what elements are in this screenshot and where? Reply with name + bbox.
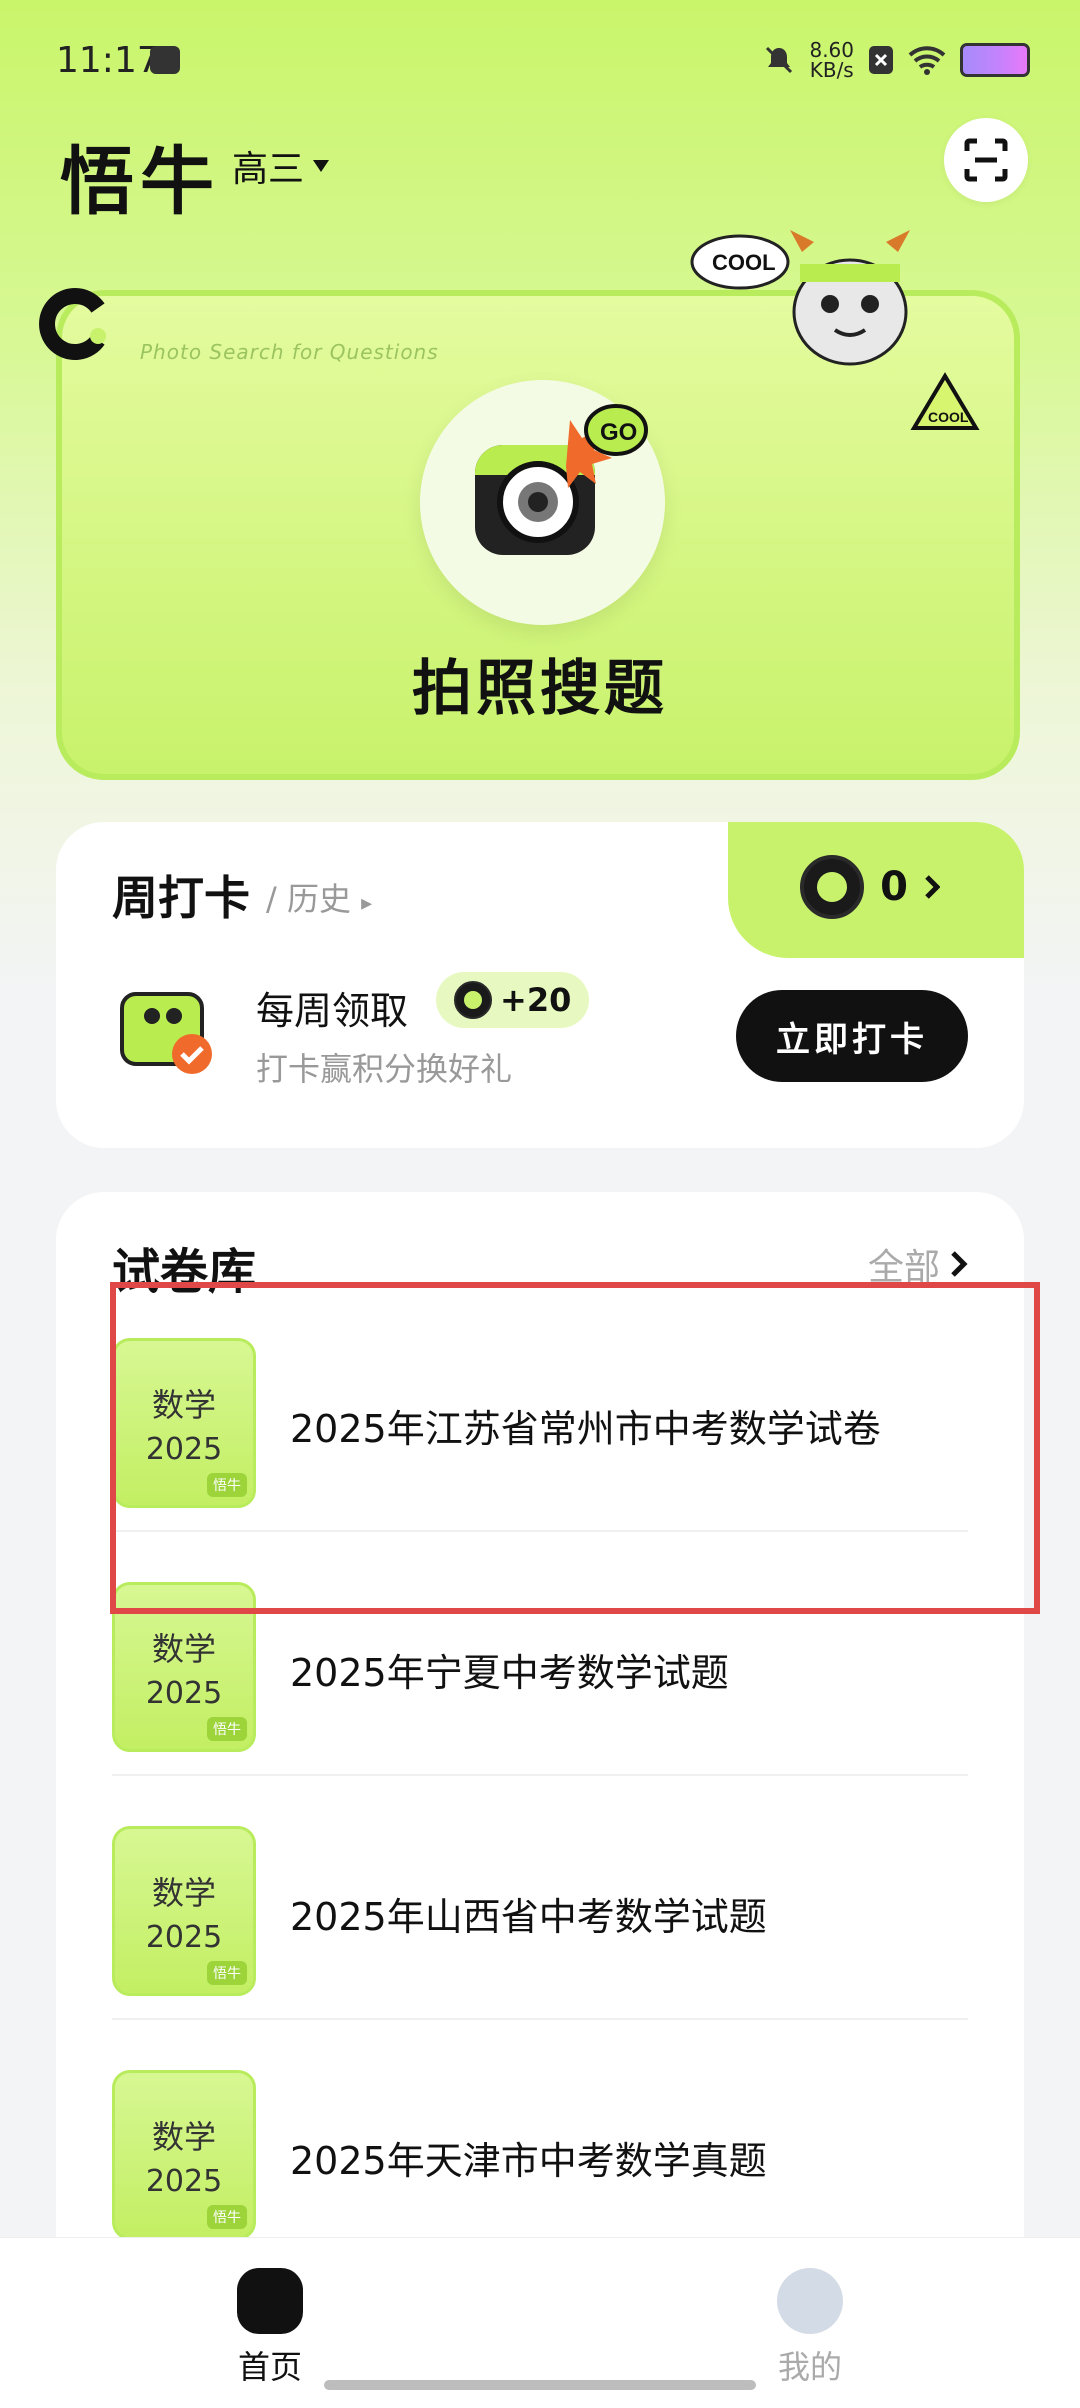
history-label: / 历史	[266, 880, 351, 918]
cow-mascot-icon: COOL	[690, 230, 910, 366]
status-icons: 8.60 KB/s	[763, 40, 1030, 80]
caret-down-icon	[313, 160, 330, 172]
coin-small-icon	[454, 981, 492, 1019]
math-paper-icon: 数学 2025 悟牛	[112, 1338, 256, 1508]
paper-list-item[interactable]: 数学 2025 悟牛 2025年江苏省常州市中考数学试卷	[112, 1288, 968, 1532]
svg-text:COOL: COOL	[928, 409, 969, 425]
home-indicator	[324, 2380, 756, 2390]
sim-off-icon	[869, 46, 893, 74]
paper-brand-mark: 悟牛	[207, 1717, 247, 1741]
coin-tab[interactable]: 0	[728, 822, 1024, 958]
paper-title: 2025年天津市中考数学真题	[290, 2139, 767, 2183]
paper-list-item[interactable]: 数学 2025 悟牛 2025年宁夏中考数学试题	[112, 1532, 968, 1776]
nav-home[interactable]: 首页	[190, 2268, 350, 2388]
scan-button[interactable]	[944, 118, 1028, 202]
paper-year: 2025	[145, 1675, 223, 1711]
wifi-icon	[908, 46, 946, 75]
reward-badge: +20	[436, 972, 590, 1028]
photo-search-title: 拍照搜题	[412, 654, 668, 724]
status-time: 11:17	[56, 40, 160, 81]
checkin-button[interactable]: 立即打卡	[736, 990, 968, 1082]
paper-brand-mark: 悟牛	[207, 1961, 247, 1985]
paper-year: 2025	[145, 1919, 223, 1955]
weekly-checkin-title: 周打卡	[112, 871, 250, 925]
home-icon	[237, 2268, 303, 2334]
grade-selector[interactable]: 高三	[232, 140, 330, 192]
cool-badge-icon: COOL	[910, 372, 980, 430]
paper-subject: 数学	[151, 1873, 216, 1912]
math-paper-icon: 数学 2025 悟牛	[112, 1826, 256, 1996]
status-bar: 11:17 8.60 KB/s	[0, 0, 1080, 120]
paper-list-item[interactable]: 数学 2025 悟牛 2025年山西省中考数学试题	[112, 1776, 968, 2020]
profile-icon	[777, 2268, 843, 2334]
paper-library-card: 试卷库 全部 数学 2025 悟牛 2025年江苏省常州市中考数学试卷 数学 2…	[56, 1192, 1024, 2408]
weekly-reward-text: 每周领取	[256, 989, 409, 1033]
speed-unit: KB/s	[809, 58, 854, 82]
photo-search-subtitle: Photo Search for Questions	[140, 340, 439, 364]
coin-icon	[800, 855, 865, 919]
battery-icon	[960, 43, 1030, 77]
camera-icon: GO	[475, 404, 648, 555]
paper-brand-mark: 悟牛	[207, 1473, 247, 1497]
math-paper-icon: 数学 2025 悟牛	[112, 2070, 256, 2240]
nav-home-label: 首页	[237, 2348, 302, 2386]
paper-subject: 数学	[151, 2117, 216, 2156]
network-speed: 8.60 KB/s	[809, 40, 854, 80]
chevron-right-icon	[925, 875, 940, 899]
camera-illustration[interactable]: GO	[420, 380, 665, 625]
speed-value: 8.60	[809, 38, 854, 62]
paper-list-item[interactable]: 数学 2025 悟牛 2025年天津市中考数学真题	[112, 2020, 968, 2262]
mute-bell-icon	[766, 46, 793, 74]
message-icon	[150, 46, 180, 74]
history-link[interactable]: / 历史 ▸	[266, 874, 372, 920]
weekly-reward-subtext: 打卡赢积分换好礼	[256, 1050, 513, 1088]
paper-year: 2025	[145, 2163, 223, 2199]
paper-year: 2025	[145, 1431, 223, 1467]
paper-title: 2025年江苏省常州市中考数学试卷	[290, 1407, 881, 1451]
coin-count: 0	[880, 864, 908, 910]
paper-subject: 数学	[151, 1385, 216, 1424]
view-all-label: 全部	[867, 1247, 940, 1288]
scan-icon	[964, 138, 1008, 182]
paper-title: 2025年山西省中考数学试题	[290, 1895, 767, 1939]
math-paper-icon: 数学 2025 悟牛	[112, 1582, 256, 1752]
svg-text:GO: GO	[600, 419, 637, 446]
history-arrow-icon: ▸	[361, 891, 373, 916]
nav-me[interactable]: 我的	[730, 2268, 890, 2388]
app-title: 悟牛	[60, 139, 220, 225]
view-all-link[interactable]: 全部	[868, 1238, 968, 1290]
paper-list: 数学 2025 悟牛 2025年江苏省常州市中考数学试卷 数学 2025 悟牛 …	[56, 1288, 1024, 2262]
bottom-nav: 首页 我的	[0, 2237, 1080, 2408]
chevron-right-icon	[951, 1251, 968, 1277]
svg-text:COOL: COOL	[712, 250, 776, 275]
reward-amount: +20	[500, 981, 572, 1019]
nav-me-label: 我的	[777, 2348, 842, 2386]
weekly-checkin-card: 0 周打卡 / 历史 ▸ 每周领取 +20 打卡赢积分换好礼 立即打卡	[56, 822, 1024, 1148]
brand-corner-icon	[39, 288, 106, 360]
coin-counter[interactable]: 0	[800, 852, 940, 922]
calendar-check-icon	[120, 992, 212, 1074]
paper-title: 2025年宁夏中考数学试题	[290, 1651, 729, 1695]
grade-label: 高三	[232, 149, 305, 190]
paper-subject: 数学	[151, 1629, 216, 1668]
paper-brand-mark: 悟牛	[207, 2205, 247, 2229]
